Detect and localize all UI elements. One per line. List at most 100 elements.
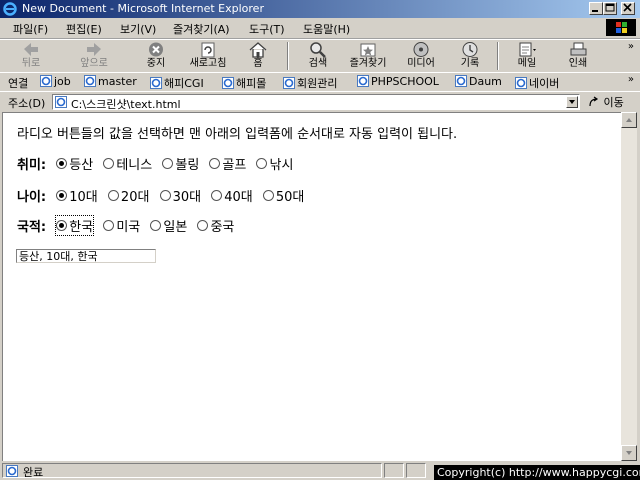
refresh-icon [201, 42, 215, 58]
favorites-icon [360, 43, 376, 57]
back-button[interactable]: 뒤로 [12, 40, 50, 72]
scroll-up-button[interactable] [621, 112, 637, 128]
radio-button[interactable] [159, 190, 171, 201]
link-phpschool[interactable]: PHPSCHOOL [357, 75, 439, 88]
radio-option[interactable]: 낚시 [256, 154, 293, 173]
favorites-button[interactable]: 즐겨찾기 [344, 40, 392, 72]
menu-edit[interactable]: 편집(E) [66, 21, 102, 37]
radio-button[interactable] [197, 220, 209, 231]
link-member[interactable]: 회원관리 [283, 75, 337, 91]
hobby-group: 취미: 등산 테니스 볼링 골프 낚시 [17, 154, 293, 174]
copyright-text: Copyright(c) http://www.happycgi.com [434, 465, 640, 480]
radio-button[interactable] [211, 190, 223, 201]
status-panel [406, 463, 426, 478]
age-group: 나이: 10대 20대 30대 40대 50대 [17, 186, 304, 206]
standard-toolbar: 뒤로 앞으로 중지 새로고침 홈 검색 즐겨찾기 미디어 기록 메일 인쇄 » [0, 39, 640, 73]
menu-help[interactable]: 도움말(H) [303, 21, 350, 37]
result-input[interactable]: 등산, 10대, 한국 [16, 249, 156, 263]
ie-page-icon [283, 77, 295, 89]
menu-tools[interactable]: 도구(T) [249, 21, 285, 37]
history-icon [462, 42, 478, 57]
radio-button[interactable] [262, 190, 274, 201]
refresh-button[interactable]: 새로고침 [184, 40, 232, 72]
close-button[interactable] [621, 2, 635, 15]
scroll-down-button[interactable] [621, 445, 637, 461]
menu-file[interactable]: 파일(F) [13, 21, 48, 37]
radio-button[interactable] [256, 158, 268, 169]
radio-button[interactable] [209, 158, 221, 169]
close-icon [623, 3, 632, 12]
go-button[interactable]: 이동 [588, 94, 624, 110]
radio-option[interactable]: 중국 [197, 216, 234, 235]
address-dropdown-button[interactable] [566, 96, 578, 108]
link-master[interactable]: master [84, 75, 137, 88]
radio-option[interactable]: 골프 [209, 154, 246, 173]
print-icon [570, 42, 587, 56]
link-job[interactable]: job [40, 75, 71, 88]
menu-view[interactable]: 보기(V) [120, 21, 156, 37]
radio-button[interactable] [56, 158, 68, 169]
radio-button[interactable] [56, 220, 68, 231]
radio-button[interactable] [107, 190, 119, 201]
link-naver[interactable]: 네이버 [515, 75, 559, 91]
media-icon [413, 42, 429, 57]
radio-option[interactable]: 10대 [56, 186, 98, 205]
toolbar-separator [287, 42, 289, 70]
windows-flag-icon [616, 22, 627, 33]
maximize-button[interactable] [603, 2, 617, 15]
stop-button[interactable]: 중지 [141, 40, 171, 72]
arrow-up-icon [626, 118, 632, 122]
mail-button[interactable]: 메일 [512, 40, 542, 72]
radio-option[interactable]: 30대 [159, 186, 201, 205]
address-bar: 주소(D) C:\스크린샷\text.html 이동 [0, 91, 640, 112]
minimize-icon [592, 10, 598, 12]
status-panel [384, 463, 404, 478]
print-button[interactable]: 인쇄 [563, 40, 593, 72]
search-button[interactable]: 검색 [303, 40, 333, 72]
radio-button[interactable] [56, 190, 68, 201]
vertical-scrollbar[interactable] [621, 112, 637, 461]
ie-page-icon [515, 77, 527, 89]
link-happymall[interactable]: 해피몰 [222, 75, 266, 91]
radio-option[interactable]: 볼링 [162, 154, 199, 173]
menu-favorites[interactable]: 즐겨찾기(A) [173, 21, 230, 37]
radio-button[interactable] [103, 158, 115, 169]
stop-icon [149, 42, 163, 57]
address-value: C:\스크린샷\text.html [71, 98, 181, 111]
radio-option[interactable]: 테니스 [103, 154, 152, 173]
ie-page-icon [222, 77, 234, 89]
radio-option[interactable]: 50대 [262, 186, 304, 205]
forward-button[interactable]: 앞으로 [74, 40, 114, 72]
radio-option[interactable]: 40대 [211, 186, 253, 205]
toolbar-overflow-icon[interactable]: » [628, 41, 634, 52]
radio-option[interactable]: 일본 [150, 216, 187, 235]
radio-option[interactable]: 미국 [103, 216, 140, 235]
status-main-panel: 완료 [2, 463, 382, 479]
links-overflow-icon[interactable]: » [628, 74, 634, 85]
address-input[interactable]: C:\스크린샷\text.html [52, 94, 580, 111]
radio-option[interactable]: 한국 [55, 215, 95, 236]
ie-page-icon [455, 75, 467, 87]
radio-option[interactable]: 등산 [56, 154, 93, 173]
links-label: 연결 [8, 77, 29, 90]
radio-button[interactable] [150, 220, 162, 231]
forward-arrow-icon [87, 43, 101, 56]
history-button[interactable]: 기록 [455, 40, 485, 72]
link-happycgi[interactable]: 해피CGI [150, 75, 204, 91]
media-button[interactable]: 미디어 [403, 40, 439, 72]
ie-page-icon [357, 75, 369, 87]
search-icon [310, 42, 326, 58]
back-arrow-icon [24, 43, 38, 56]
link-daum[interactable]: Daum [455, 75, 502, 88]
status-text: 완료 [23, 466, 44, 479]
ie-page-icon [150, 77, 162, 89]
home-button[interactable]: 홈 [245, 40, 271, 72]
radio-option[interactable]: 20대 [107, 186, 149, 205]
radio-button[interactable] [162, 158, 174, 169]
radio-button[interactable] [103, 220, 115, 231]
ie-page-icon [40, 75, 52, 87]
home-icon [249, 42, 267, 58]
window-title: New Document - Microsoft Internet Explor… [22, 2, 264, 15]
page-icon [55, 96, 67, 108]
minimize-button[interactable] [589, 2, 603, 15]
